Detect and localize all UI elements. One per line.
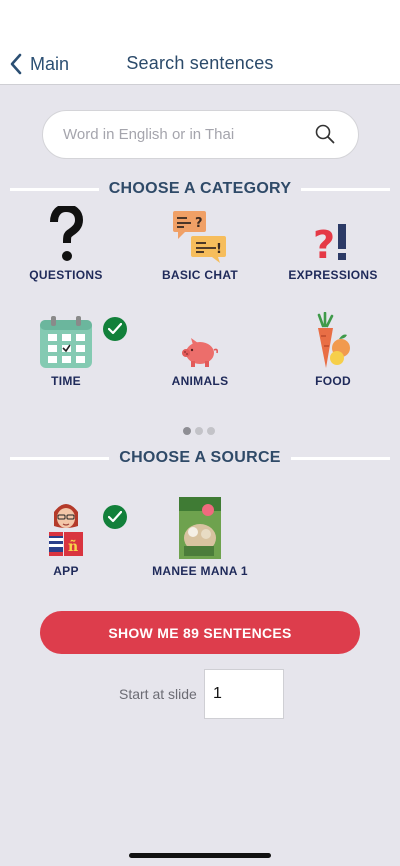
page-dot[interactable] (195, 427, 203, 435)
page-dot[interactable] (207, 427, 215, 435)
selected-check-icon (103, 317, 127, 341)
category-label: BASIC CHAT (161, 268, 239, 282)
category-expressions[interactable]: ? EXPRESSIONS (268, 204, 398, 282)
source-manee-mana-1[interactable]: MANEE MANA 1 (135, 497, 265, 578)
divider (10, 456, 110, 460)
svg-text:?: ? (195, 216, 203, 231)
category-questions[interactable]: QUESTIONS (1, 204, 131, 282)
category-label: ANIMALS (171, 374, 229, 388)
category-label: TIME (51, 374, 81, 388)
category-label: EXPRESSIONS (288, 268, 378, 282)
question-mark-icon (50, 206, 83, 261)
category-food[interactable]: FOOD (268, 310, 398, 388)
page-indicator[interactable] (183, 427, 215, 435)
nav-bar: Main Search sentences (0, 0, 400, 85)
category-label: FOOD (315, 374, 351, 388)
book-cover-icon (179, 497, 221, 559)
svg-text:?: ? (313, 223, 335, 264)
divider (10, 187, 99, 191)
search-bar[interactable] (42, 110, 359, 159)
chat-bubbles-icon: ? ! (173, 211, 226, 263)
start-slide-input[interactable] (204, 669, 284, 719)
app-character-icon: ñ (49, 504, 83, 556)
category-basic-chat[interactable]: ? ! BASIC CHAT (135, 204, 265, 282)
divider (301, 187, 390, 191)
carrot-icon (317, 312, 350, 368)
search-input[interactable] (63, 111, 313, 158)
category-section-header: CHOOSE A CATEGORY (10, 178, 390, 200)
pig-icon (182, 338, 218, 367)
category-label: QUESTIONS (29, 268, 103, 282)
page-title: Search sentences (126, 53, 274, 73)
svg-text:!: ! (216, 242, 222, 257)
source-section-header: CHOOSE A SOURCE (10, 447, 390, 469)
source-label: APP (53, 564, 79, 578)
page-dot[interactable] (183, 427, 191, 435)
category-section-title: CHOOSE A CATEGORY (108, 180, 292, 197)
start-slide-label: Start at slide (119, 686, 197, 702)
home-indicator[interactable] (129, 853, 271, 858)
exclamation-icon: ? (313, 223, 346, 264)
source-label: MANEE MANA 1 (152, 564, 248, 578)
source-section-title: CHOOSE A SOURCE (119, 449, 281, 466)
svg-text:ñ: ñ (68, 538, 78, 555)
category-animals[interactable]: ANIMALS (135, 310, 265, 388)
search-icon[interactable] (314, 123, 336, 145)
divider (290, 456, 390, 460)
show-sentences-button[interactable]: SHOW ME 89 SENTENCES (40, 611, 360, 654)
selected-check-icon (103, 505, 127, 529)
calendar-icon (40, 316, 92, 368)
